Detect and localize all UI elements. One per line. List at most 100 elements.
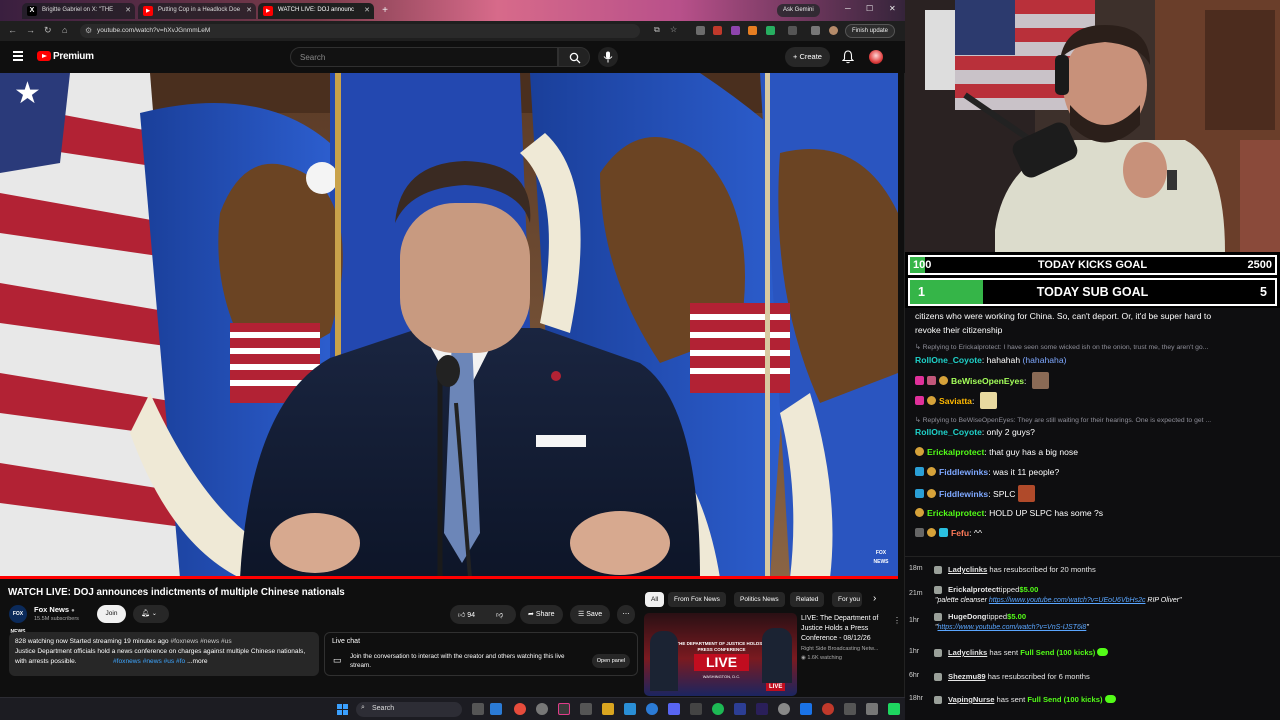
- forward-arrow-icon[interactable]: →: [26, 25, 35, 35]
- app-icon[interactable]: [866, 703, 878, 715]
- tab-x-brigitte[interactable]: X Brigitte Gabriel on X: "THE ✕: [22, 3, 135, 19]
- app-icon[interactable]: [778, 703, 790, 715]
- open-panel-button[interactable]: Open panel: [592, 654, 630, 668]
- save-button[interactable]: ☰ Save: [570, 605, 611, 624]
- tip-link[interactable]: https://www.youtube.com/watch?v=VnS-IJST…: [938, 624, 1087, 631]
- tab-youtube-cop[interactable]: ▶ Putting Cop in a Headlock Doe ✕: [138, 3, 256, 19]
- tab-close-icon[interactable]: ✕: [364, 6, 370, 14]
- app-icon[interactable]: [734, 703, 746, 715]
- spotify-icon[interactable]: [712, 703, 724, 715]
- chip-for-you[interactable]: For you: [832, 592, 862, 607]
- dislike-button[interactable]: 👎︎: [496, 610, 503, 619]
- chat-username[interactable]: Fiddlewinks: [939, 489, 988, 499]
- maximize-icon[interactable]: ☐: [866, 4, 873, 13]
- video-progress-bar[interactable]: [0, 576, 898, 579]
- search-button[interactable]: [558, 47, 590, 67]
- app-icon[interactable]: [800, 703, 812, 715]
- extension-icon[interactable]: [696, 26, 705, 35]
- extension-icon[interactable]: [748, 26, 757, 35]
- chip-related[interactable]: Related: [790, 592, 825, 607]
- extensions-puzzle-icon[interactable]: [788, 26, 797, 35]
- extension-icon[interactable]: [766, 26, 775, 35]
- new-tab-button[interactable]: +: [379, 5, 391, 17]
- channel-name[interactable]: Fox News ●: [34, 605, 75, 614]
- ask-gemini-button[interactable]: Ask Gemini: [777, 4, 820, 17]
- extension-icon[interactable]: [731, 26, 740, 35]
- hashtags[interactable]: #foxnews #news #us: [170, 638, 231, 645]
- close-window-icon[interactable]: ✕: [889, 4, 896, 13]
- chat-username[interactable]: Saviatta: [939, 396, 972, 406]
- app-icon[interactable]: [536, 703, 548, 715]
- youtube-logo-icon[interactable]: [37, 51, 51, 61]
- event-user[interactable]: Erickalprotect: [948, 585, 999, 594]
- share-button[interactable]: ➦ Share: [520, 605, 563, 624]
- chip-politics-news[interactable]: Politics News: [734, 592, 785, 607]
- chip-all[interactable]: All: [645, 592, 665, 607]
- finish-update-button[interactable]: Finish update: [845, 24, 896, 38]
- chevron-right-icon[interactable]: ›: [873, 593, 876, 604]
- create-button[interactable]: + Create: [785, 47, 830, 67]
- extension-icon[interactable]: [713, 26, 722, 35]
- install-icon[interactable]: ⧉: [654, 25, 660, 35]
- site-info-icon[interactable]: ⚙: [85, 26, 92, 35]
- chat-username[interactable]: RollOne_Coyote: [915, 427, 982, 437]
- app-icon[interactable]: [888, 703, 900, 715]
- subscribed-bell-button[interactable]: 🔔︎ ⌄: [133, 605, 169, 623]
- search-input[interactable]: Search: [290, 47, 558, 67]
- home-icon[interactable]: ⌂: [62, 25, 67, 35]
- reload-icon[interactable]: ↻: [44, 25, 52, 36]
- bookmark-star-icon[interactable]: ☆: [670, 25, 677, 34]
- task-view-icon[interactable]: [472, 703, 484, 715]
- event-user[interactable]: HugeDong: [948, 612, 986, 621]
- related-channel[interactable]: Right Side Broadcasting Netw...: [801, 645, 896, 654]
- description-box[interactable]: 828 watching now Started streaming 19 mi…: [9, 632, 319, 676]
- back-arrow-icon[interactable]: ←: [8, 25, 17, 35]
- sidepanel-icon[interactable]: [811, 26, 820, 35]
- chip-from-fox-news[interactable]: From Fox News: [668, 592, 726, 607]
- minimize-icon[interactable]: ─: [845, 4, 851, 13]
- event-user[interactable]: Ladyclinks: [948, 648, 987, 657]
- file-explorer-icon[interactable]: [602, 703, 614, 715]
- chat-username[interactable]: Fefu: [951, 528, 969, 538]
- chat-username[interactable]: BeWiseOpenEyes: [951, 376, 1024, 386]
- event-user[interactable]: Shezmu89: [948, 672, 986, 681]
- tab-close-icon[interactable]: ✕: [246, 6, 252, 14]
- obs-icon[interactable]: [558, 703, 570, 715]
- chat-username[interactable]: Erickalprotect: [927, 447, 984, 457]
- account-avatar[interactable]: [869, 50, 883, 64]
- more-actions-button[interactable]: ⋯: [617, 605, 635, 624]
- voice-search-button[interactable]: [598, 47, 618, 67]
- join-button[interactable]: Join: [97, 605, 126, 623]
- tab-close-icon[interactable]: ✕: [125, 6, 131, 14]
- app-icon[interactable]: [844, 703, 856, 715]
- video-player[interactable]: ★ FOX NEWS: [0, 73, 898, 578]
- related-video-thumbnail[interactable]: THE DEPARTMENT OF JUSTICE HOLDS A PRESS …: [644, 613, 797, 696]
- hashtags-2[interactable]: #foxnews #news #us #fo: [113, 658, 185, 665]
- tip-link[interactable]: https://www.youtube.com/watch?v=UEoU6VbH…: [989, 597, 1146, 604]
- youtube-premium-wordmark[interactable]: Premium: [53, 51, 94, 62]
- discord-icon[interactable]: [668, 703, 680, 715]
- profile-icon[interactable]: [829, 26, 838, 35]
- channel-avatar[interactable]: FOX NEWS: [9, 605, 27, 635]
- chat-username[interactable]: Erickalprotect: [927, 508, 984, 518]
- app-icon[interactable]: [690, 703, 702, 715]
- premiere-icon[interactable]: [756, 703, 768, 715]
- notifications-bell-icon[interactable]: [842, 50, 854, 64]
- windows-start-icon[interactable]: [337, 704, 348, 715]
- more-link[interactable]: ...more: [187, 658, 208, 665]
- chrome-icon[interactable]: [514, 703, 526, 715]
- chat-username[interactable]: RollOne_Coyote: [915, 355, 982, 365]
- url-field[interactable]: ⚙ youtube.com/watch?v=hXvJGnmmLeM: [80, 24, 640, 38]
- taskbar-search[interactable]: ⌕ Search: [356, 702, 462, 717]
- app-icon[interactable]: [580, 703, 592, 715]
- edge-icon[interactable]: [646, 703, 658, 715]
- app-icon[interactable]: [822, 703, 834, 715]
- menu-hamburger-icon[interactable]: [13, 51, 23, 61]
- like-button[interactable]: 👍︎ 94: [458, 610, 475, 619]
- related-video-title[interactable]: LIVE: The Department of Justice Holds a …: [801, 614, 896, 644]
- related-more-icon[interactable]: ⋮: [893, 616, 901, 625]
- telegram-icon[interactable]: [624, 703, 636, 715]
- event-user[interactable]: VapingNurse: [948, 695, 994, 704]
- tab-youtube-doj[interactable]: ▶ WATCH LIVE: DOJ announc ✕: [258, 3, 374, 19]
- event-user[interactable]: Ladyclinks: [948, 565, 987, 574]
